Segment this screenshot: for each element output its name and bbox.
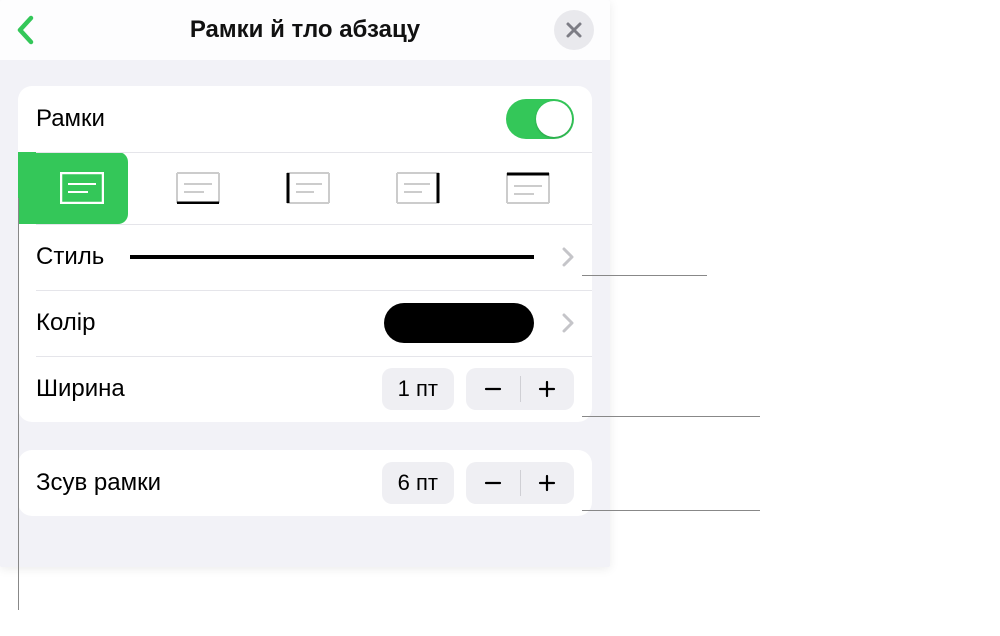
- chevron-right-icon: [562, 313, 574, 333]
- minus-icon: [483, 379, 503, 399]
- offset-row: Зсув рамки 6 пт: [18, 450, 592, 516]
- offset-value: 6 пт: [382, 462, 454, 504]
- border-left-icon: [286, 172, 330, 204]
- color-row[interactable]: Колір: [18, 290, 592, 356]
- back-button[interactable]: [6, 10, 46, 50]
- line-style-preview: [130, 255, 534, 259]
- border-right-icon: [396, 172, 440, 204]
- border-left-button[interactable]: [268, 156, 348, 220]
- plus-icon: [537, 379, 557, 399]
- callout-line: [582, 510, 760, 511]
- width-increase-button[interactable]: [520, 368, 574, 410]
- borders-background-panel: Рамки й тло абзацу Рамки: [0, 0, 610, 567]
- width-row: Ширина 1 пт: [18, 356, 592, 422]
- border-bottom-button[interactable]: [158, 156, 238, 220]
- border-top-icon: [506, 172, 550, 204]
- chevron-left-icon: [16, 15, 36, 45]
- border-top-button[interactable]: [488, 156, 568, 220]
- color-swatch: [384, 303, 534, 343]
- offset-increase-button[interactable]: [520, 462, 574, 504]
- width-decrease-button[interactable]: [466, 368, 520, 410]
- frames-label: Рамки: [36, 105, 105, 133]
- border-right-button[interactable]: [378, 156, 458, 220]
- offset-label: Зсув рамки: [36, 469, 161, 497]
- close-button[interactable]: [554, 10, 594, 50]
- plus-icon: [537, 473, 557, 493]
- offset-decrease-button[interactable]: [466, 462, 520, 504]
- frames-toggle-row: Рамки: [18, 86, 592, 152]
- callout-line: [582, 416, 760, 417]
- border-all-icon: [60, 172, 104, 204]
- chevron-right-icon: [562, 247, 574, 267]
- offset-stepper: [466, 462, 574, 504]
- line-style-row[interactable]: Стиль: [18, 224, 592, 290]
- frames-card: Рамки: [18, 86, 592, 422]
- border-bottom-icon: [176, 172, 220, 204]
- panel-title: Рамки й тло абзацу: [190, 16, 420, 44]
- style-label: Стиль: [36, 243, 104, 271]
- color-label: Колір: [36, 309, 95, 337]
- minus-icon: [483, 473, 503, 493]
- width-label: Ширина: [36, 375, 125, 403]
- panel-header: Рамки й тло абзацу: [0, 0, 610, 60]
- width-value: 1 пт: [382, 368, 454, 410]
- offset-card: Зсув рамки 6 пт: [18, 450, 592, 516]
- close-icon: [565, 21, 583, 39]
- callout-line: [582, 275, 707, 276]
- callout-line: [18, 198, 19, 610]
- border-position-row: [18, 152, 592, 224]
- border-all-button[interactable]: [18, 152, 128, 224]
- frames-toggle[interactable]: [506, 99, 574, 139]
- width-stepper: [466, 368, 574, 410]
